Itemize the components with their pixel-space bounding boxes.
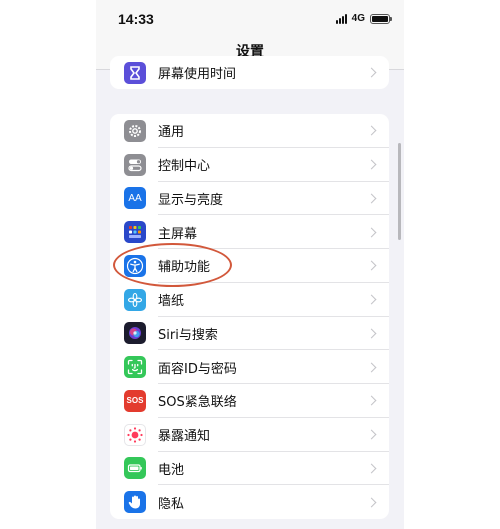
battery-status-icon <box>370 13 392 24</box>
settings-row-privacy[interactable]: 隐私 <box>110 485 389 519</box>
settings-row-label: Siri与搜索 <box>158 327 218 343</box>
chevron-right-icon <box>366 362 377 373</box>
hourglass-icon <box>124 61 146 84</box>
settings-row-display-brightness[interactable]: AA 显示与亮度 <box>110 182 389 216</box>
chevron-right-icon <box>366 193 377 204</box>
chevron-right-icon <box>366 463 377 474</box>
toggles-icon <box>124 153 146 176</box>
network-type: 4G <box>351 13 365 24</box>
settings-row-label: 墙纸 <box>158 294 185 310</box>
settings-group-main: 通用 控制中心 AA 显示与亮度 主屏幕 辅助功能 墙纸 Siri与搜索 面容I… <box>110 114 389 519</box>
settings-row-label: 暴露通知 <box>158 429 211 445</box>
settings-row-label: 主屏幕 <box>158 226 198 242</box>
text-size-glyph: AA <box>128 192 142 204</box>
exposure-icon <box>124 423 146 446</box>
siri-icon <box>124 322 146 345</box>
hand-icon <box>124 491 146 514</box>
face-id-icon <box>124 356 146 379</box>
flower-icon <box>124 288 146 311</box>
text-size-icon: AA <box>124 187 146 210</box>
settings-row-label: 屏幕使用时间 <box>158 67 237 82</box>
settings-row-label: 显示与亮度 <box>158 192 224 208</box>
signal-icon <box>335 13 347 24</box>
highlight-annotation-circle <box>113 243 232 287</box>
gear-icon <box>124 119 146 142</box>
settings-row-label: 通用 <box>158 125 185 141</box>
settings-group-screen-time: 屏幕使用时间 <box>110 56 389 89</box>
settings-row-label: 面容ID与密码 <box>158 361 237 377</box>
sos-glyph: SOS <box>126 396 144 406</box>
settings-row-control-center[interactable]: 控制中心 <box>110 148 389 182</box>
settings-row-label: SOS紧急联络 <box>158 395 237 411</box>
home-grid-icon <box>124 221 146 244</box>
chevron-right-icon <box>366 159 377 170</box>
chevron-right-icon <box>366 497 377 508</box>
sos-icon: SOS <box>124 389 146 412</box>
chevron-right-icon <box>366 294 377 305</box>
settings-row-siri-search[interactable]: Siri与搜索 <box>110 317 389 351</box>
status-time: 14:33 <box>118 11 154 27</box>
scrollbar[interactable] <box>398 143 401 240</box>
settings-row-emergency-sos[interactable]: SOS SOS紧急联络 <box>110 384 389 418</box>
battery-icon <box>124 457 146 480</box>
chevron-right-icon <box>366 227 377 238</box>
settings-row-wallpaper[interactable]: 墙纸 <box>110 283 389 317</box>
settings-row-screen-time[interactable]: 屏幕使用时间 <box>110 56 389 89</box>
settings-row-label: 控制中心 <box>158 159 211 175</box>
chevron-right-icon <box>366 395 377 406</box>
chevron-right-icon <box>366 328 377 339</box>
chevron-right-icon <box>366 125 377 136</box>
status-bar: 14:33 4G <box>96 0 404 36</box>
settings-row-general[interactable]: 通用 <box>110 114 389 148</box>
settings-row-exposure-notifications[interactable]: 暴露通知 <box>110 418 389 452</box>
settings-row-label: 电池 <box>158 462 185 478</box>
settings-row-face-id[interactable]: 面容ID与密码 <box>110 350 389 384</box>
settings-row-label: 隐私 <box>158 496 185 512</box>
chevron-right-icon <box>366 67 377 78</box>
status-indicators: 4G <box>335 13 392 24</box>
chevron-right-icon <box>366 260 377 271</box>
settings-row-battery[interactable]: 电池 <box>110 452 389 486</box>
chevron-right-icon <box>366 429 377 440</box>
